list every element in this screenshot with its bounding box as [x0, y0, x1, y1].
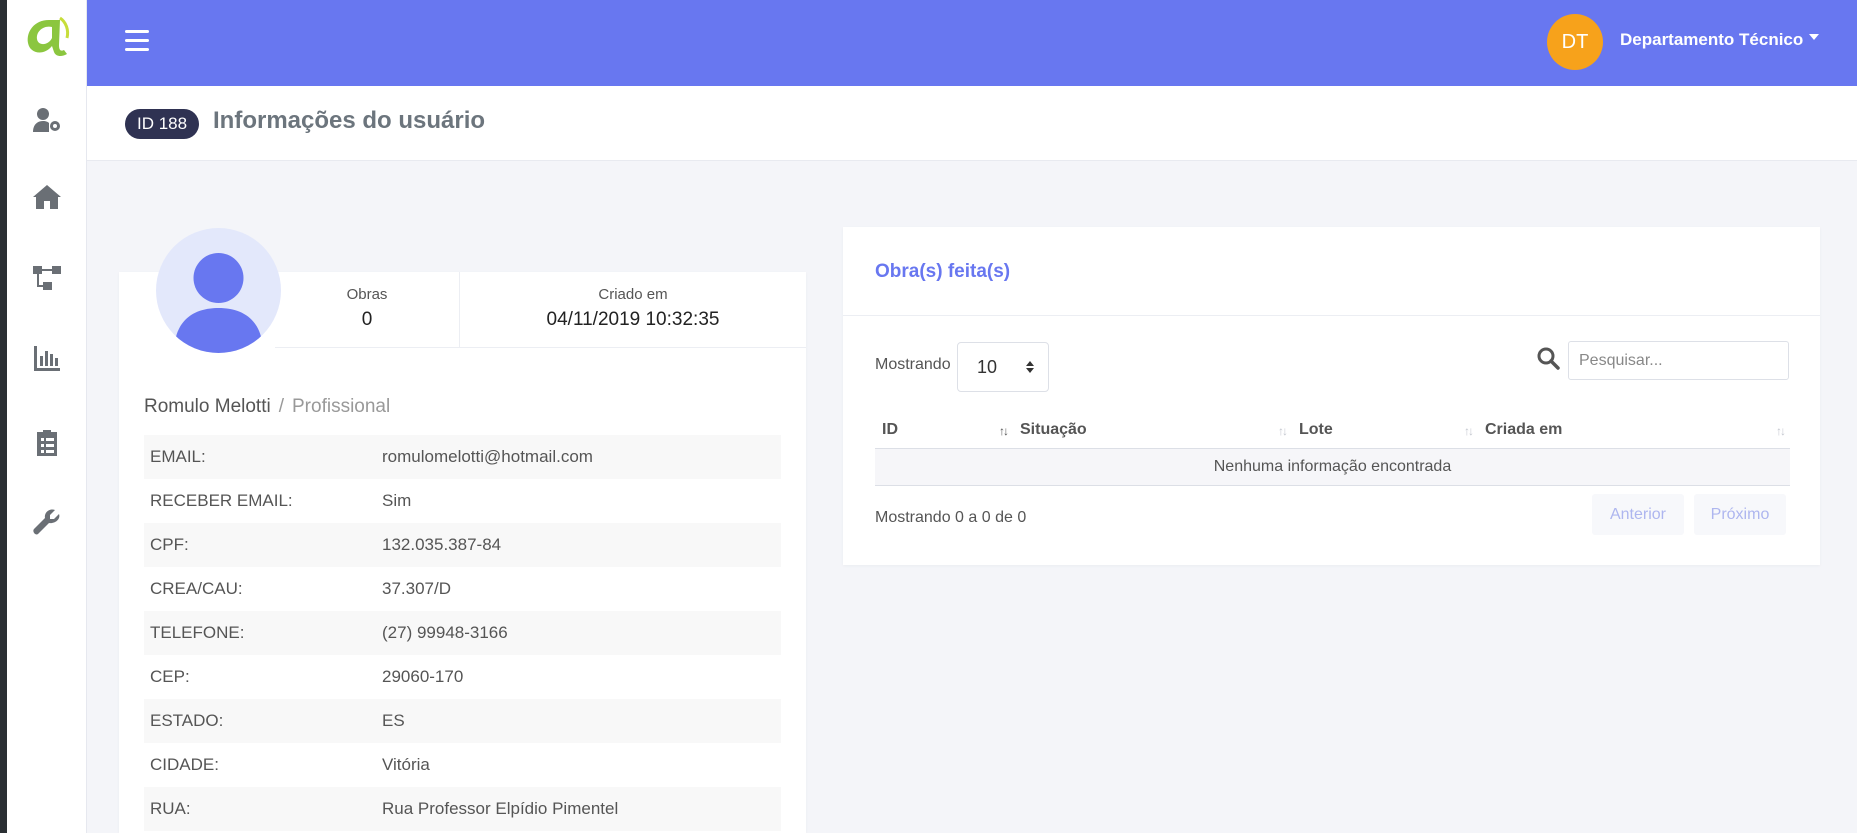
- info-value: Rua Professor Elpídio Pimentel: [382, 799, 619, 818]
- info-row-cep: CEP: 29060-170: [144, 655, 781, 699]
- info-value: 132.035.387-84: [382, 535, 502, 554]
- column-label: ID: [882, 421, 898, 439]
- select-arrows-icon: [1026, 361, 1034, 373]
- stat-value: 04/11/2019 10:32:35: [546, 309, 720, 330]
- column-header-situacao[interactable]: Situação ↑↓: [1013, 413, 1292, 449]
- search-input[interactable]: [1568, 341, 1789, 380]
- sitemap-icon[interactable]: [29, 259, 65, 295]
- info-value: (27) 99948-3166: [382, 623, 508, 642]
- info-row-rua: RUA: Rua Professor Elpídio Pimentel: [144, 787, 781, 831]
- card-divider: [843, 315, 1820, 316]
- length-label: Mostrando: [875, 356, 951, 373]
- info-value: 29060-170: [382, 667, 464, 686]
- stat-created: Criado em 04/11/2019 10:32:35: [460, 272, 806, 348]
- info-label: CREA/CAU:: [150, 579, 243, 598]
- caret-down-icon: [1809, 34, 1820, 40]
- table-row: Nenhuma informação encontrada: [875, 448, 1790, 486]
- home-icon[interactable]: [29, 179, 65, 215]
- column-header-criada-em[interactable]: Criada em ↑↓: [1478, 413, 1790, 449]
- obras-title: Obra(s) feita(s): [875, 261, 1011, 282]
- stat-label: Criado em: [598, 286, 668, 303]
- info-label: EMAIL:: [150, 447, 206, 466]
- sort-icon: ↑↓: [1278, 424, 1288, 438]
- clipboard-list-icon[interactable]: [29, 424, 65, 460]
- info-row-telefone: TELEFONE: (27) 99948-3166: [144, 611, 781, 655]
- info-value: Sim: [382, 491, 412, 510]
- info-label: CIDADE:: [150, 755, 219, 774]
- column-header-lote[interactable]: Lote ↑↓: [1292, 413, 1478, 449]
- info-value: romulomelotti@hotmail.com: [382, 447, 593, 466]
- user-name: Departamento Técnico: [1620, 30, 1804, 49]
- topbar: DT Departamento Técnico: [87, 0, 1857, 86]
- column-header-id[interactable]: ID ↑↓: [875, 413, 1013, 449]
- info-row-receber-email: RECEBER EMAIL: Sim: [144, 479, 781, 523]
- table-info: Mostrando 0 a 0 de 0: [875, 509, 1027, 526]
- info-row-crea-cau: CREA/CAU: 37.307/D: [144, 567, 781, 611]
- empty-table-message: Nenhuma informação encontrada: [875, 448, 1790, 486]
- info-row-estado: ESTADO: ES: [144, 699, 781, 743]
- stat-value: 0: [361, 309, 373, 330]
- sort-icon: ↑↓: [1776, 424, 1786, 438]
- info-row-cpf: CPF: 132.035.387-84: [144, 523, 781, 567]
- page-header: ID 188 Informações do usuário: [87, 86, 1857, 161]
- info-label: CEP:: [150, 667, 190, 686]
- stat-label: Obras: [346, 286, 388, 303]
- sidebar: [7, 0, 87, 833]
- info-row-email: EMAIL: romulomelotti@hotmail.com: [144, 435, 781, 479]
- info-label: RUA:: [150, 799, 191, 818]
- profile-avatar: [156, 228, 281, 353]
- app-logo[interactable]: [22, 12, 72, 60]
- user-cog-icon[interactable]: [29, 102, 65, 138]
- user-menu-dropdown[interactable]: Departamento Técnico: [1620, 30, 1820, 50]
- info-value: 37.307/D: [382, 579, 451, 598]
- info-row-cidade: CIDADE: Vitória: [144, 743, 781, 787]
- obras-card: Obra(s) feita(s) Mostrando 10 ID ↑↓ Situa…: [843, 227, 1820, 565]
- column-label: Lote: [1299, 421, 1333, 439]
- page-length-select[interactable]: 10: [957, 342, 1049, 392]
- info-value: Vitória: [382, 755, 430, 774]
- profile-heading: Romulo Melotti / Profissional: [144, 396, 390, 418]
- user-role: Profissional: [292, 396, 391, 417]
- column-label: Criada em: [1485, 421, 1563, 439]
- menu-toggle-icon[interactable]: [125, 30, 149, 52]
- bar-chart-icon[interactable]: [29, 340, 65, 376]
- info-value: ES: [382, 711, 405, 730]
- id-badge: ID 188: [125, 109, 200, 139]
- sort-desc-icon: ↑↓: [999, 424, 1009, 438]
- page-title: Informações do usuário: [213, 107, 486, 134]
- next-page-button[interactable]: Próximo: [1694, 494, 1786, 535]
- obras-table: ID ↑↓ Situação ↑↓ Lote ↑↓ Criada em ↑↓ Nenhu…: [875, 413, 1790, 486]
- wrench-icon[interactable]: [29, 504, 65, 540]
- info-label: RECEBER EMAIL:: [150, 491, 293, 510]
- page-length-value: 10: [977, 356, 998, 377]
- info-label: CPF:: [150, 535, 189, 554]
- profile-card: Obras 0 Criado em 04/11/2019 10:32:35 Ro…: [119, 272, 806, 833]
- stat-obras: Obras 0: [275, 272, 460, 348]
- window-edge: [0, 0, 7, 833]
- column-label: Situação: [1020, 421, 1087, 439]
- previous-page-button[interactable]: Anterior: [1592, 494, 1684, 535]
- info-label: ESTADO:: [150, 711, 224, 730]
- user-info-table: EMAIL: romulomelotti@hotmail.com RECEBER …: [144, 435, 781, 831]
- sort-icon: ↑↓: [1464, 424, 1474, 438]
- user-silhouette-icon: [174, 253, 263, 353]
- user-full-name: Romulo Melotti: [144, 396, 271, 417]
- user-avatar[interactable]: DT: [1547, 14, 1603, 70]
- heading-separator: /: [278, 396, 284, 417]
- info-label: TELEFONE:: [150, 623, 245, 642]
- search-icon: [1537, 347, 1560, 370]
